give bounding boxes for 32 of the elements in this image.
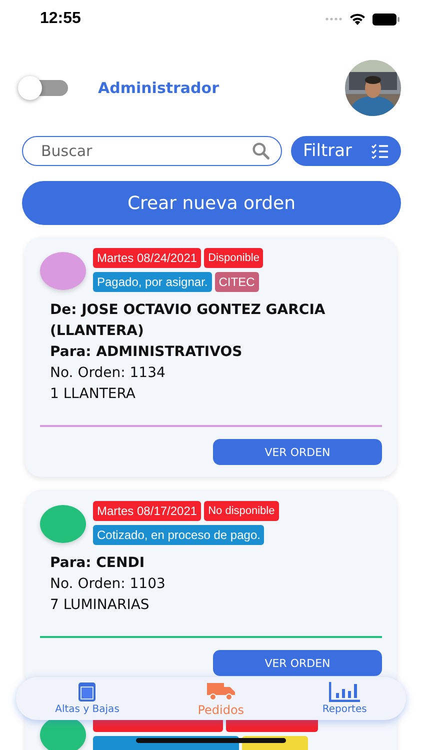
filter-button[interactable]: Filtrar bbox=[291, 136, 401, 166]
wifi-icon bbox=[349, 13, 366, 25]
battery-icon bbox=[372, 12, 400, 26]
order-detail: De: JOSE OCTAVIO GONTEZ GARCIA (LLANTERA) bbox=[50, 301, 326, 341]
status-tag: Martes 08/17/2021 bbox=[93, 501, 202, 521]
checklist-icon bbox=[371, 143, 389, 159]
truck-icon bbox=[206, 680, 236, 700]
status-tag: Pagado, por asignar. bbox=[93, 272, 212, 292]
status-tag: Martes 08/24/2021 bbox=[93, 248, 202, 268]
order-detail: Para: CENDI bbox=[50, 554, 146, 573]
order-detail: No. Orden: 1103 bbox=[50, 575, 166, 594]
user-role-title: Administrador bbox=[98, 79, 220, 97]
status-tag: No disponible bbox=[204, 501, 279, 521]
create-order-button[interactable]: Crear nueva orden bbox=[22, 181, 401, 225]
search-icon bbox=[252, 142, 270, 160]
view-order-button[interactable]: VER ORDEN bbox=[213, 439, 382, 465]
nav-tab[interactable]: Altas y Bajas bbox=[49, 682, 126, 715]
order-detail: 1 LLANTERA bbox=[50, 385, 136, 404]
search-field[interactable]: Buscar bbox=[22, 136, 282, 166]
status-tag: Cotizado, en proceso de pago. bbox=[93, 525, 264, 545]
order-detail: No. Orden: 1134 bbox=[50, 364, 166, 383]
window-icon bbox=[78, 682, 96, 702]
nav-tab[interactable]: Pedidos bbox=[192, 680, 250, 716]
view-order-button[interactable]: VER ORDEN bbox=[213, 650, 382, 676]
bar-chart-icon bbox=[328, 682, 361, 702]
status-tag: CITEC bbox=[214, 272, 259, 292]
order-detail: Para: ADMINISTRATIVOS bbox=[50, 343, 244, 362]
signal-icon bbox=[325, 17, 343, 21]
status-tag: Disponible bbox=[204, 248, 264, 268]
order-detail: 7 LUMINARIAS bbox=[50, 596, 150, 615]
nav-tab[interactable]: Reportes bbox=[316, 682, 373, 715]
status-time: 12:55 bbox=[40, 10, 81, 28]
